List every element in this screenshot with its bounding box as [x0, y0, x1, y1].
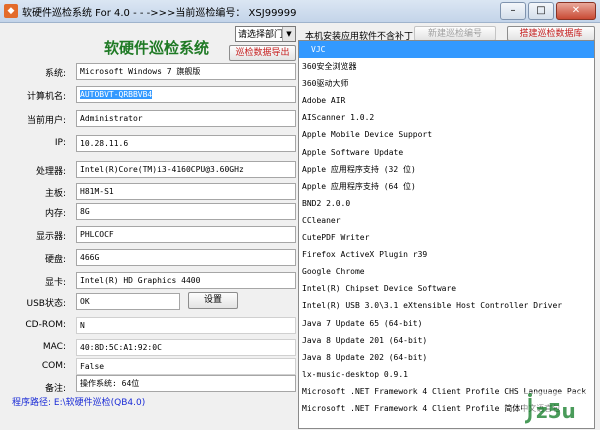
ip-field[interactable]: 10.28.11.6 — [76, 135, 296, 152]
mac-field[interactable]: 40:8D:5C:A1:92:0C — [76, 339, 296, 356]
title-bar: ◆ 软硬件巡检系统 For 4.0 - - ->>>当前巡检编号： XSJ999… — [0, 0, 600, 23]
graphics-field[interactable]: Intel(R) HD Graphics 4400 — [76, 272, 296, 289]
computer-name-field[interactable]: AUTOBVT-QRBBVB4 — [76, 86, 296, 103]
com-field[interactable]: False — [76, 358, 296, 375]
list-item[interactable]: VJC — [299, 41, 594, 59]
current-user-label: 当前用户: — [26, 116, 66, 126]
list-item[interactable]: AIScanner 1.0.2 — [299, 109, 594, 126]
mac-label: MAC: — [42, 342, 66, 352]
list-item[interactable]: BND2 2.0.0 — [299, 195, 594, 212]
processor-label: 处理器: — [35, 167, 66, 177]
list-item[interactable]: Apple 应用程序支持 (64 位) — [299, 178, 594, 195]
window-controls: – □ ✕ — [500, 2, 596, 20]
system-label: 系统: — [44, 69, 66, 79]
processor-field[interactable]: Intel(R)Core(TM)i3-4160CPU@3.60GHz — [76, 161, 296, 178]
program-path: 程序路径: E:\软硬件巡检(QB4.0) — [12, 398, 146, 408]
list-item[interactable]: lx-music-desktop 0.9.1 — [299, 366, 594, 383]
usb-settings-button[interactable]: 设置 — [188, 292, 238, 309]
list-item[interactable]: Intel(R) Chipset Device Software — [299, 280, 594, 297]
disk-field[interactable]: 466G — [76, 249, 296, 266]
list-item[interactable]: Google Chrome — [299, 263, 594, 280]
computer-name-label: 计算机名: — [26, 92, 66, 102]
disk-label: 硬盘: — [44, 255, 66, 265]
export-data-button[interactable]: 巡检数据导出 — [229, 45, 296, 61]
minimize-button[interactable]: – — [500, 2, 526, 20]
motherboard-field[interactable]: H81M-S1 — [76, 183, 296, 200]
department-select[interactable]: 请选择部门 ▼ — [235, 26, 296, 42]
cdrom-field[interactable]: N — [76, 317, 296, 334]
build-database-button[interactable]: 搭建巡检数据库 — [507, 26, 595, 41]
app-title: 软硬件巡检系统 — [104, 39, 210, 57]
memory-label: 内存: — [44, 209, 66, 219]
chevron-down-icon[interactable]: ▼ — [282, 27, 295, 41]
monitor-label: 显示器: — [35, 232, 66, 242]
com-label: COM: — [41, 361, 66, 371]
software-list[interactable]: VJC 360安全浏览器 360驱动大师 Adobe AIR AIScanner… — [298, 40, 595, 429]
remarks-label: 备注: — [44, 384, 66, 394]
app-icon: ◆ — [4, 4, 18, 18]
svg-text:z5u: z5u — [536, 399, 576, 423]
list-item[interactable]: Adobe AIR — [299, 92, 594, 109]
memory-field[interactable]: 8G — [76, 203, 296, 220]
list-item[interactable]: 360驱动大师 — [299, 75, 594, 92]
list-item[interactable]: CutePDF Writer — [299, 229, 594, 246]
system-field[interactable]: Microsoft Windows 7 旗舰版 — [76, 63, 296, 80]
ip-label: IP: — [54, 138, 66, 148]
list-item[interactable]: Apple Mobile Device Support — [299, 126, 594, 143]
list-item[interactable]: Java 7 Update 65 (64-bit) — [299, 315, 594, 332]
new-inspection-id-button[interactable]: 新建巡检编号 — [414, 26, 496, 41]
watermark-logo: z5u — [522, 392, 594, 426]
usb-status-field[interactable]: OK — [76, 293, 180, 310]
graphics-label: 显卡: — [44, 278, 66, 288]
usb-status-label: USB状态: — [26, 299, 66, 309]
current-user-field[interactable]: Administrator — [76, 110, 296, 127]
list-item[interactable]: CCleaner — [299, 212, 594, 229]
list-item[interactable]: Firefox ActiveX Plugin r39 — [299, 246, 594, 263]
close-button[interactable]: ✕ — [556, 2, 596, 20]
remarks-field[interactable]: 操作系统: 64位 — [76, 375, 296, 392]
list-item[interactable]: Apple 应用程序支持 (32 位) — [299, 161, 594, 178]
monitor-field[interactable]: PHLCOCF — [76, 226, 296, 243]
list-item[interactable]: Intel(R) USB 3.0\3.1 eXtensible Host Con… — [299, 297, 594, 314]
list-item[interactable]: Apple Software Update — [299, 144, 594, 161]
list-item[interactable]: Java 8 Update 202 (64-bit) — [299, 349, 594, 366]
list-item[interactable]: Java 8 Update 201 (64-bit) — [299, 332, 594, 349]
list-item[interactable]: 360安全浏览器 — [299, 58, 594, 75]
department-select-value: 请选择部门 — [238, 30, 284, 40]
cdrom-label: CD-ROM: — [25, 320, 66, 330]
window-title: 软硬件巡检系统 For 4.0 - - ->>>当前巡检编号： XSJ99999 — [22, 8, 297, 19]
maximize-button[interactable]: □ — [528, 2, 554, 20]
computer-name-value: AUTOBVT-QRBBVB4 — [80, 90, 153, 99]
motherboard-label: 主板: — [44, 189, 66, 199]
